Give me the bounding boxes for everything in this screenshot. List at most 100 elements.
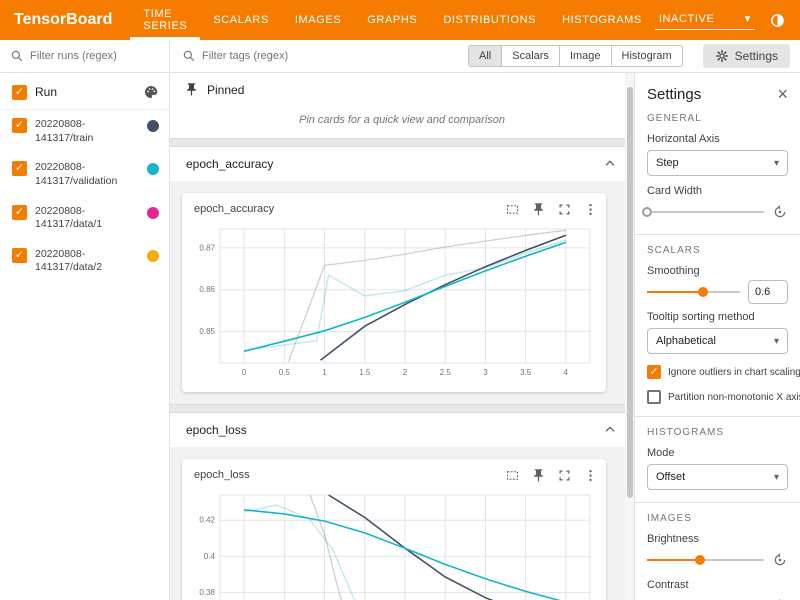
runs-header-row: ✓ Run <box>0 75 169 110</box>
brightness-slider[interactable] <box>647 553 764 567</box>
run-checkbox[interactable]: ✓ <box>12 205 27 220</box>
app-header: TensorBoard TIME SERIES SCALARS IMAGES G… <box>0 0 800 40</box>
tab-time-series[interactable]: TIME SERIES <box>130 0 200 40</box>
card-width-label: Card Width <box>647 185 788 197</box>
svg-text:2: 2 <box>403 368 408 377</box>
run-color-dot[interactable] <box>147 163 159 175</box>
svg-text:1.5: 1.5 <box>359 368 371 377</box>
filter-tags-input[interactable] <box>202 50 462 62</box>
settings-button-label: Settings <box>735 49 778 63</box>
ignore-outliers-checkbox[interactable]: ✓ Ignore outliers in chart scaling <box>647 365 788 379</box>
epoch-accuracy-chart[interactable]: 00.511.522.533.540.850.860.87 <box>186 221 600 379</box>
horizontal-axis-select[interactable]: Step ▾ <box>647 150 788 176</box>
tab-distributions[interactable]: DISTRIBUTIONS <box>430 0 549 40</box>
run-label: 20220808-141317/data/2 <box>35 248 139 275</box>
histogram-mode-select[interactable]: Offset ▾ <box>647 464 788 490</box>
fullscreen-icon[interactable] <box>556 201 572 217</box>
pin-icon <box>184 82 199 97</box>
checkbox[interactable]: ✓ <box>647 365 661 379</box>
filter-runs-box <box>0 40 170 72</box>
tab-scalars[interactable]: SCALARS <box>200 0 282 40</box>
slider-thumb[interactable] <box>695 555 705 565</box>
chevron-down-icon: ▾ <box>774 336 779 347</box>
section-title: epoch_accuracy <box>186 157 273 171</box>
run-checkbox[interactable]: ✓ <box>12 161 27 176</box>
pinned-title: Pinned <box>207 83 244 97</box>
tag-filter-histogram[interactable]: Histogram <box>611 45 683 67</box>
checkbox[interactable]: ✓ <box>647 390 661 404</box>
fit-to-data-icon[interactable] <box>504 467 520 483</box>
more-options-icon[interactable] <box>582 467 598 483</box>
slider-thumb[interactable] <box>698 287 708 297</box>
svg-text:0.42: 0.42 <box>199 516 215 525</box>
reset-icon[interactable] <box>772 204 788 220</box>
run-row-validation[interactable]: ✓ 20220808-141317/validation <box>0 153 169 196</box>
fullscreen-icon[interactable] <box>556 467 572 483</box>
run-color-dot[interactable] <box>147 120 159 132</box>
svg-text:0.86: 0.86 <box>199 285 215 294</box>
tag-filter-image[interactable]: Image <box>559 45 612 67</box>
settings-panel-title: Settings <box>647 86 701 103</box>
tab-images[interactable]: IMAGES <box>282 0 354 40</box>
card-header: epoch_accuracy <box>182 193 606 219</box>
filter-runs-input[interactable] <box>30 50 159 62</box>
pinned-section-header: Pinned <box>170 73 634 106</box>
run-row-train[interactable]: ✓ 20220808-141317/train <box>0 110 169 153</box>
scalars-heading: SCALARS <box>647 245 788 256</box>
tag-filter-all[interactable]: All <box>468 45 502 67</box>
histograms-heading: HISTOGRAMS <box>647 427 788 438</box>
card-actions <box>504 467 598 483</box>
chart-wrap: 00.511.522.533.540.850.860.87 <box>182 219 606 392</box>
card-area: epoch_accuracy <box>170 181 634 404</box>
run-label: 20220808-141317/train <box>35 118 139 145</box>
horizontal-axis-label: Horizontal Axis <box>647 133 788 145</box>
tab-histograms[interactable]: HISTOGRAMS <box>549 0 655 40</box>
run-checkbox[interactable]: ✓ <box>12 118 27 133</box>
search-icon <box>182 49 196 63</box>
contrast-label: Contrast <box>647 579 788 591</box>
gear-icon <box>715 49 729 63</box>
svg-text:3.5: 3.5 <box>520 368 532 377</box>
tag-filter-scalars[interactable]: Scalars <box>501 45 560 67</box>
run-color-dot[interactable] <box>147 207 159 219</box>
close-icon[interactable]: × <box>777 85 788 103</box>
svg-text:2.5: 2.5 <box>440 368 452 377</box>
section-header-epoch-accuracy[interactable]: epoch_accuracy <box>170 147 634 181</box>
smoothing-value-input[interactable] <box>748 280 788 304</box>
chevron-up-icon[interactable] <box>602 422 618 438</box>
reset-icon[interactable] <box>772 552 788 568</box>
slider-thumb[interactable] <box>642 207 652 217</box>
theme-toggle-icon[interactable] <box>769 11 787 29</box>
settings-button[interactable]: Settings <box>703 44 790 68</box>
epoch-loss-chart[interactable]: 00.511.522.533.540.360.380.40.42 <box>186 487 600 600</box>
run-row-data-2[interactable]: ✓ 20220808-141317/data/2 <box>0 240 169 283</box>
histogram-mode-value: Offset <box>656 471 685 483</box>
more-options-icon[interactable] <box>582 201 598 217</box>
run-color-dot[interactable] <box>147 250 159 262</box>
search-icon <box>10 49 24 63</box>
pin-card-icon[interactable] <box>530 467 546 483</box>
run-checkbox[interactable]: ✓ <box>12 248 27 263</box>
tab-graphs[interactable]: GRAPHS <box>354 0 430 40</box>
chevron-up-icon[interactable] <box>602 156 618 172</box>
select-all-runs-checkbox[interactable]: ✓ <box>12 85 27 100</box>
palette-icon[interactable] <box>143 84 159 100</box>
main-scrollbar[interactable] <box>625 73 634 600</box>
svg-text:0.87: 0.87 <box>199 243 215 252</box>
run-label: 20220808-141317/data/1 <box>35 205 139 232</box>
partition-x-axis-checkbox[interactable]: ✓ Partition non-monotonic X axis i <box>647 390 788 404</box>
card-width-slider[interactable] <box>647 205 764 219</box>
pin-card-icon[interactable] <box>530 201 546 217</box>
scrollbar-thumb[interactable] <box>627 87 633 498</box>
smoothing-slider[interactable] <box>647 285 740 299</box>
run-row-data-1[interactable]: ✓ 20220808-141317/data/1 <box>0 197 169 240</box>
runs-header-label: Run <box>35 85 135 99</box>
chart-wrap: 00.511.522.533.540.360.380.40.42 <box>182 485 606 600</box>
fit-to-data-icon[interactable] <box>504 201 520 217</box>
tooltip-sorting-value: Alphabetical <box>656 335 716 347</box>
section-header-epoch-loss[interactable]: epoch_loss <box>170 413 634 447</box>
app-title: TensorBoard <box>0 0 130 40</box>
horizontal-axis-value: Step <box>656 157 679 169</box>
reload-status-dropdown[interactable]: INACTIVE ▾ <box>655 10 755 30</box>
tooltip-sorting-select[interactable]: Alphabetical ▾ <box>647 328 788 354</box>
